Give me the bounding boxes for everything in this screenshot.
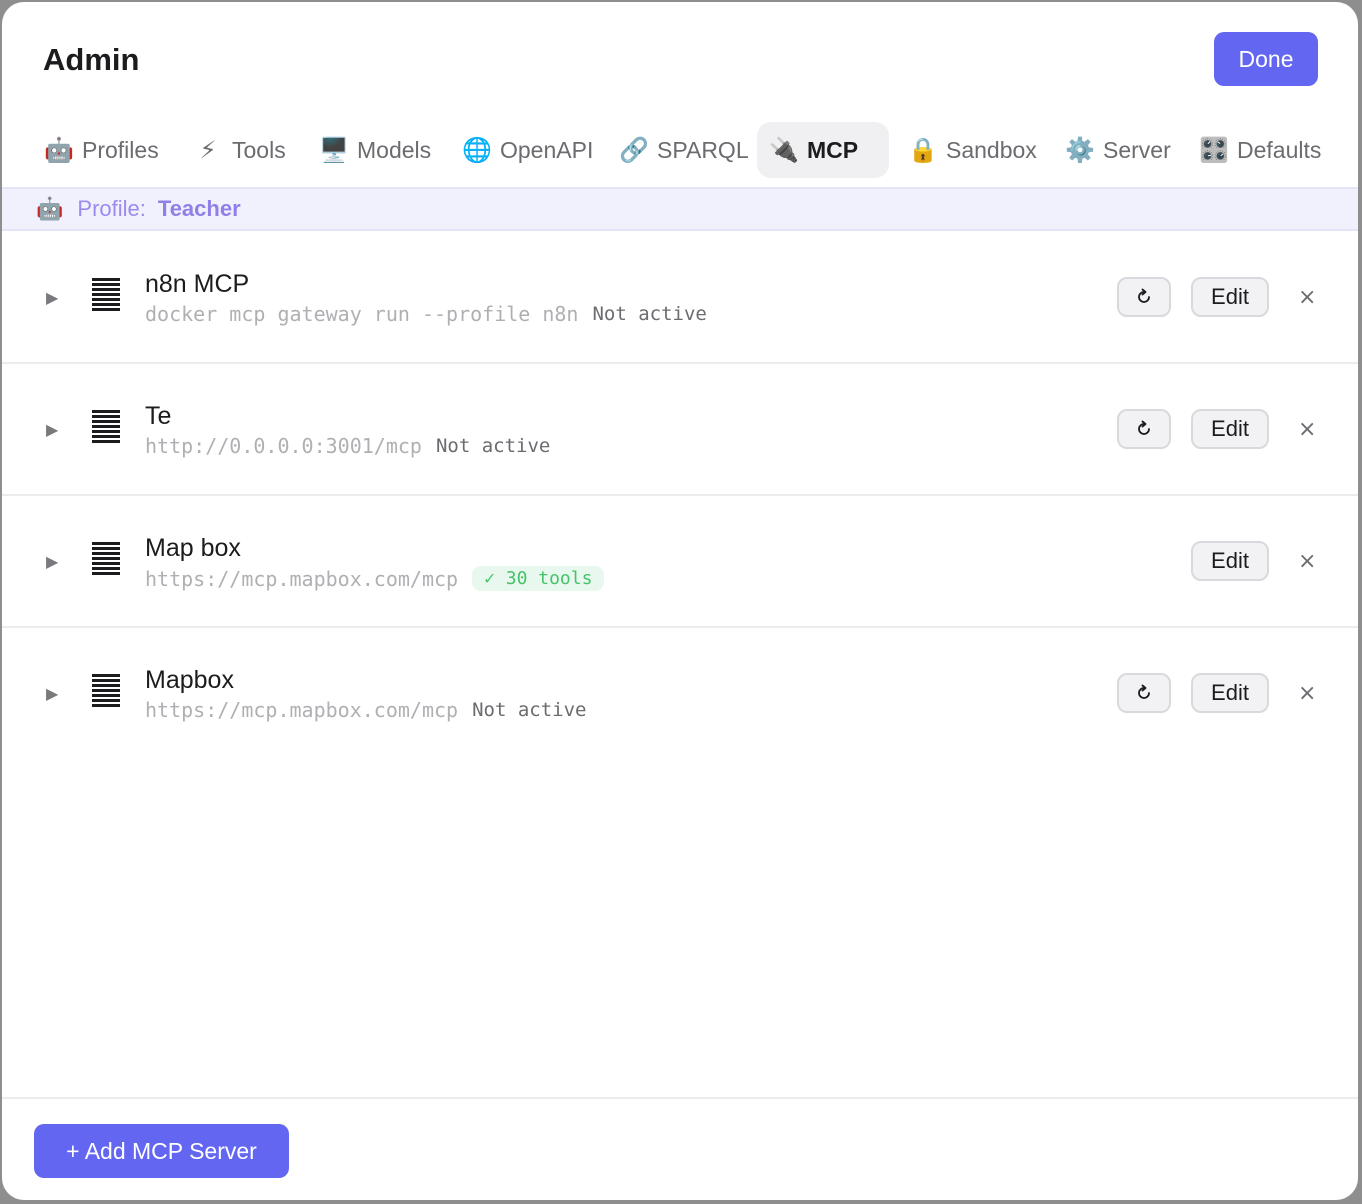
server-name: Te — [145, 402, 172, 430]
server-list: ▶ n8n MCP docker mcp gateway run --profi… — [2, 232, 1358, 760]
edit-button[interactable]: Edit — [1191, 277, 1269, 317]
server-stack-icon — [92, 674, 120, 710]
server-meta: docker mcp gateway run --profile n8n Not… — [145, 302, 707, 326]
edit-button[interactable]: Edit — [1191, 541, 1269, 581]
tab-sandbox[interactable]: 🔒 Sandbox — [896, 122, 1049, 178]
monitor-icon: 🖥️ — [319, 136, 349, 164]
tab-label: MCP — [807, 136, 859, 163]
tab-label: Tools — [232, 136, 286, 163]
control-knobs-icon: 🎛️ — [1199, 136, 1229, 164]
tab-label: Sandbox — [946, 136, 1037, 163]
refresh-button[interactable] — [1117, 409, 1171, 449]
refresh-button[interactable] — [1117, 277, 1171, 317]
tab-label: Server — [1103, 136, 1171, 163]
server-stack-icon — [92, 278, 120, 314]
server-name: n8n MCP — [145, 270, 250, 298]
remove-button[interactable]: × — [1292, 282, 1322, 312]
tab-label: SPARQL — [657, 136, 749, 163]
list-item: ▶ n8n MCP docker mcp gateway run --profi… — [2, 232, 1358, 364]
server-status: Not active — [472, 699, 587, 721]
header: Admin Done — [2, 2, 1358, 122]
tab-label: Profiles — [82, 136, 159, 163]
remove-button[interactable]: × — [1292, 414, 1322, 444]
server-status: Not active — [435, 435, 551, 457]
tab-sparql[interactable]: 🔗 SPARQL — [607, 122, 761, 178]
server-command: https://mcp.mapbox.com/mcp — [145, 566, 459, 591]
edit-button[interactable]: Edit — [1191, 673, 1269, 713]
refresh-button[interactable] — [1117, 673, 1171, 713]
profile-bar: 🤖 Profile: Teacher — [2, 187, 1358, 231]
remove-button[interactable]: × — [1292, 546, 1322, 576]
tab-label: OpenAPI — [500, 136, 594, 163]
refresh-icon — [1138, 288, 1150, 303]
lock-icon: 🔒 — [908, 136, 938, 164]
server-meta: https://mcp.mapbox.com/mcp ✓ 30 tools — [145, 566, 605, 591]
tab-defaults[interactable]: 🎛️ Defaults — [1187, 122, 1333, 178]
gear-icon: ⚙️ — [1065, 136, 1095, 164]
lightning-icon: ⚡ — [199, 136, 217, 164]
expand-caret-icon[interactable]: ▶ — [46, 420, 58, 440]
tab-label: Models — [357, 136, 432, 163]
robot-icon: 🤖 — [44, 136, 74, 164]
refresh-icon — [1138, 420, 1150, 435]
server-meta: https://mcp.mapbox.com/mcp Not active — [145, 698, 586, 722]
tools-count-badge: ✓ 30 tools — [472, 566, 605, 591]
list-item: ▶ Te http://0.0.0.0:3001/mcp Not active … — [2, 364, 1358, 496]
tab-tools[interactable]: ⚡ Tools — [182, 122, 298, 178]
server-command: http://0.0.0.0:3001/mcp — [145, 434, 422, 458]
add-mcp-server-button[interactable]: + Add MCP Server — [34, 1124, 289, 1178]
tab-mcp[interactable]: 🔌 MCP — [757, 122, 889, 178]
server-stack-icon — [92, 410, 120, 446]
done-button[interactable]: Done — [1214, 32, 1318, 86]
refresh-icon — [1138, 684, 1150, 699]
server-stack-icon — [92, 542, 120, 578]
server-status: Not active — [592, 303, 707, 325]
profile-label: Profile: — [77, 196, 146, 221]
list-item: ▶ Map box https://mcp.mapbox.com/mcp ✓ 3… — [2, 496, 1358, 628]
tab-openapi[interactable]: 🌐 OpenAPI — [450, 122, 605, 178]
server-name: Map box — [145, 534, 241, 562]
server-name: Mapbox — [145, 666, 234, 694]
list-item: ▶ Mapbox https://mcp.mapbox.com/mcp Not … — [2, 628, 1358, 760]
edit-button[interactable]: Edit — [1191, 409, 1269, 449]
expand-caret-icon[interactable]: ▶ — [46, 552, 58, 572]
robot-icon: 🤖 — [36, 196, 64, 221]
expand-caret-icon[interactable]: ▶ — [46, 684, 58, 704]
server-command: docker mcp gateway run --profile n8n — [145, 302, 579, 326]
profile-name: Teacher — [157, 196, 241, 221]
tab-models[interactable]: 🖥️ Models — [307, 122, 443, 178]
server-meta: http://0.0.0.0:3001/mcp Not active — [145, 434, 550, 458]
expand-caret-icon[interactable]: ▶ — [46, 288, 58, 308]
link-icon: 🔗 — [619, 136, 649, 164]
tab-profiles[interactable]: 🤖 Profiles — [32, 122, 171, 178]
page-title: Admin — [43, 42, 140, 77]
footer: + Add MCP Server — [2, 1097, 1358, 1200]
remove-button[interactable]: × — [1292, 678, 1322, 708]
globe-icon: 🌐 — [462, 136, 492, 164]
plug-icon: 🔌 — [769, 136, 799, 164]
tab-server[interactable]: ⚙️ Server — [1053, 122, 1183, 178]
server-command: https://mcp.mapbox.com/mcp — [145, 698, 459, 722]
tab-label: Defaults — [1237, 136, 1322, 163]
admin-dialog: Admin Done 🤖 Profiles ⚡ Tools 🖥️ Models … — [2, 2, 1358, 1200]
